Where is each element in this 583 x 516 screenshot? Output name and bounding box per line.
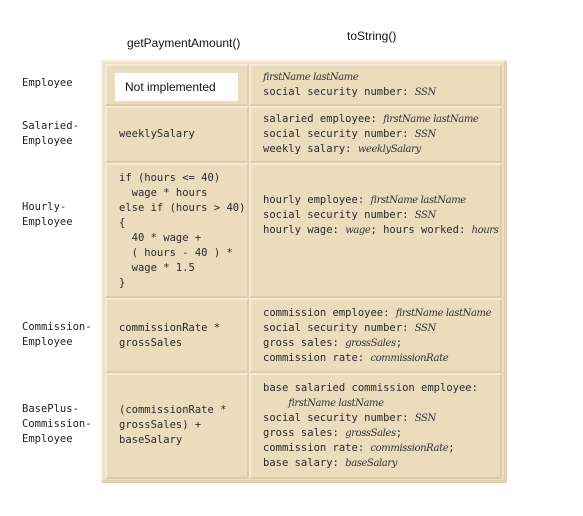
- cell-hourly-payment: if (hours <= 40) wage * hours else if (h…: [105, 163, 249, 298]
- placeholder-value: firstName lastName: [383, 114, 479, 125]
- payment-formula: (commissionRate * grossSales) + baseSala…: [119, 404, 227, 446]
- payment-formula: commissionRate * grossSales: [119, 322, 221, 349]
- tostring-line: social security number: SSN: [263, 321, 491, 336]
- placeholder-value: SSN: [414, 129, 436, 140]
- column-header-getpaymentamount: getPaymentAmount(): [127, 36, 241, 50]
- row-label-commission-employee: Commission- Employee: [22, 321, 92, 348]
- literal-text: gross sales:: [263, 337, 346, 349]
- placeholder-value: grossSales: [345, 428, 396, 439]
- literal-text: commission rate:: [263, 352, 371, 364]
- method-comparison-table: Not implemented firstName lastName social…: [101, 60, 507, 483]
- literal-text: social security number:: [263, 209, 415, 221]
- tostring-line: gross sales: grossSales;: [263, 336, 491, 351]
- tostring-text: hourly employee: firstName lastName socia…: [263, 193, 499, 238]
- tostring-line: firstName lastName: [263, 396, 478, 411]
- placeholder-value: weeklySalary: [357, 144, 421, 155]
- tostring-line: firstName lastName: [263, 70, 436, 85]
- placeholder-value: wage: [345, 225, 371, 236]
- tostring-line: commission rate: commissionRate: [263, 351, 491, 366]
- cell-hourly-tostring: hourly employee: firstName lastName socia…: [249, 163, 502, 298]
- cell-commission-payment: commissionRate * grossSales: [105, 298, 249, 373]
- placeholder-value: SSN: [414, 413, 436, 424]
- tostring-line: social security number: SSN: [263, 85, 436, 100]
- tostring-line: commission rate: commissionRate;: [263, 441, 478, 456]
- literal-text: base salaried commission employee:: [263, 382, 478, 394]
- literal-text: salaried employee:: [263, 113, 384, 125]
- tostring-text: commission employee: firstName lastName s…: [263, 306, 492, 366]
- tostring-line: weekly salary: weeklySalary: [263, 142, 478, 157]
- tostring-line: social security number: SSN: [263, 208, 498, 223]
- cell-employee-payment: Not implemented: [105, 64, 249, 106]
- tostring-line: base salaried commission employee:: [263, 381, 478, 396]
- cell-baseplus-payment: (commissionRate * grossSales) + baseSala…: [105, 373, 249, 479]
- row-label-baseplus-commission-employee: BasePlus- Commission- Employee: [22, 403, 92, 445]
- literal-text: ;: [395, 337, 403, 349]
- placeholder-value: firstName lastName: [263, 72, 359, 83]
- literal-text: social security number:: [263, 412, 415, 424]
- placeholder-value: commissionRate: [370, 443, 449, 454]
- tostring-text: base salaried commission employee: first…: [263, 381, 478, 471]
- literal-text: weekly salary:: [263, 143, 358, 155]
- row-label-hourly-employee: Hourly- Employee: [22, 201, 73, 228]
- placeholder-value: baseSalary: [345, 458, 398, 469]
- placeholder-value: grossSales: [345, 338, 396, 349]
- row-label-salaried-employee: Salaried- Employee: [22, 120, 79, 147]
- literal-text: commission employee:: [263, 307, 396, 319]
- placeholder-value: firstName lastName: [395, 308, 492, 319]
- literal-text: ; hours worked:: [370, 224, 472, 236]
- tostring-line: base salary: baseSalary: [263, 456, 478, 471]
- placeholder-value: firstName lastName: [370, 195, 466, 206]
- not-implemented-label: Not implemented: [115, 73, 238, 101]
- placeholder-value: commissionRate: [370, 353, 449, 364]
- literal-text: social security number:: [263, 322, 415, 334]
- cell-employee-tostring: firstName lastName social security number…: [249, 64, 502, 106]
- literal-text: ;: [448, 442, 455, 454]
- placeholder-value: firstName lastName: [288, 398, 384, 409]
- literal-text: [263, 397, 288, 409]
- placeholder-value: SSN: [414, 323, 436, 334]
- placeholder-value: hours: [471, 225, 499, 236]
- literal-text: social security number:: [263, 128, 415, 140]
- tostring-line: gross sales: grossSales;: [263, 426, 478, 441]
- tostring-line: hourly employee: firstName lastName: [263, 193, 498, 208]
- payment-formula: weeklySalary: [119, 128, 195, 140]
- row-label-employee: Employee: [22, 77, 73, 89]
- tostring-text: firstName lastName social security number…: [263, 70, 436, 100]
- cell-baseplus-tostring: base salaried commission employee: first…: [249, 373, 502, 479]
- tostring-text: salaried employee: firstName lastName soc…: [263, 112, 479, 157]
- cell-commission-tostring: commission employee: firstName lastName s…: [249, 298, 502, 373]
- tostring-line: commission employee: firstName lastName: [263, 306, 492, 321]
- tostring-line: salaried employee: firstName lastName: [263, 112, 479, 127]
- literal-text: commission rate:: [263, 442, 371, 454]
- literal-text: base salary:: [263, 457, 346, 469]
- tostring-line: social security number: SSN: [263, 127, 478, 142]
- literal-text: gross sales:: [263, 427, 346, 439]
- literal-text: social security number:: [263, 86, 415, 98]
- cell-salaried-tostring: salaried employee: firstName lastName soc…: [249, 106, 502, 163]
- cell-salaried-payment: weeklySalary: [105, 106, 249, 163]
- literal-text: hourly employee:: [263, 194, 371, 206]
- tostring-line: social security number: SSN: [263, 411, 478, 426]
- placeholder-value: SSN: [414, 210, 436, 221]
- placeholder-value: SSN: [414, 87, 436, 98]
- column-header-tostring: toString(): [347, 29, 397, 43]
- payment-formula: if (hours <= 40) wage * hours else if (h…: [119, 172, 246, 289]
- tostring-line: hourly wage: wage; hours worked: hours: [263, 223, 499, 238]
- literal-text: hourly wage:: [263, 224, 346, 236]
- literal-text: ;: [395, 427, 403, 439]
